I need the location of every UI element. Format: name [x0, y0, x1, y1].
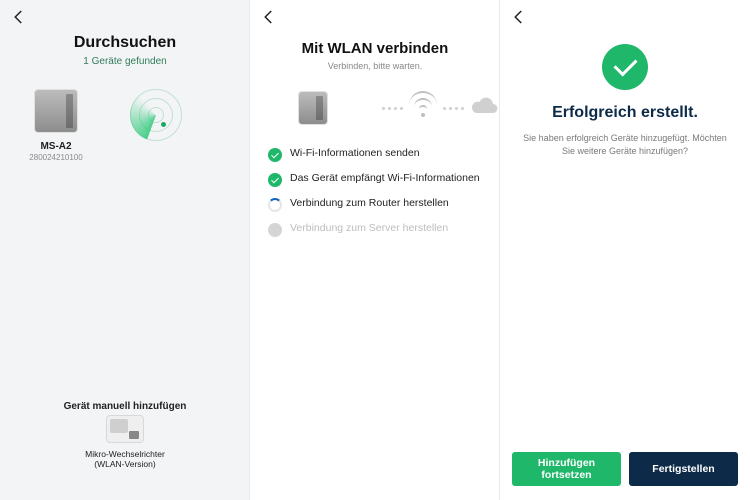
back-button[interactable]: [260, 8, 278, 31]
flow-dots-icon: [443, 107, 464, 110]
device-tile[interactable]: MS-A2 280024210100: [24, 89, 88, 162]
device-serial: 280024210100: [24, 153, 88, 162]
step-item: Das Gerät empfängt Wi-Fi-Informationen: [268, 172, 482, 187]
back-button[interactable]: [510, 8, 528, 31]
device-name: MS-A2: [24, 141, 88, 152]
spinner-icon: [268, 198, 282, 212]
battery-storage-icon: [34, 89, 78, 133]
page-title: Mit WLAN verbinden: [250, 40, 500, 57]
back-button[interactable]: [10, 8, 28, 31]
check-icon: [268, 148, 282, 162]
screen-scan: Durchsuchen 1 Geräte gefunden MS-A2 2800…: [0, 0, 250, 500]
manual-item-label: Mikro-Wechselrichter (WLAN-Version): [0, 449, 250, 470]
step-item: Verbindung zum Server herstellen: [268, 222, 482, 237]
device-icon: [298, 91, 328, 125]
manual-add-item[interactable]: Mikro-Wechselrichter (WLAN-Version): [0, 415, 250, 470]
connection-flow: [250, 91, 500, 125]
pending-icon: [268, 223, 282, 237]
success-message: Sie haben erfolgreich Geräte hinzugefügt…: [520, 132, 730, 158]
page-title: Durchsuchen: [0, 34, 250, 52]
flow-dots-icon: [382, 107, 403, 110]
scanning-indicator: [124, 89, 188, 162]
wifi-icon: [409, 97, 437, 119]
page-subtitle: Verbinden, bitte warten.: [250, 61, 500, 71]
micro-inverter-icon: [106, 415, 144, 443]
continue-add-button[interactable]: Hinzufügen fortsetzen: [512, 452, 621, 486]
radar-icon: [130, 89, 182, 141]
manual-add-heading: Gerät manuell hinzufügen: [0, 401, 250, 412]
step-item: Verbindung zum Router herstellen: [268, 197, 482, 212]
step-item: Wi-Fi-Informationen senden: [268, 147, 482, 162]
cloud-icon: [470, 96, 500, 121]
page-title: Erfolgreich erstellt.: [500, 104, 750, 122]
check-icon: [268, 173, 282, 187]
progress-steps: Wi-Fi-Informationen senden Das Gerät emp…: [268, 147, 482, 237]
screen-connect-wlan: Mit WLAN verbinden Verbinden, bitte wart…: [250, 0, 500, 500]
finish-button[interactable]: Fertigstellen: [629, 452, 738, 486]
screen-success: Erfolgreich erstellt. Sie haben erfolgre…: [500, 0, 750, 500]
devices-found-label: 1 Geräte gefunden: [0, 56, 250, 67]
success-check-icon: [602, 44, 648, 90]
